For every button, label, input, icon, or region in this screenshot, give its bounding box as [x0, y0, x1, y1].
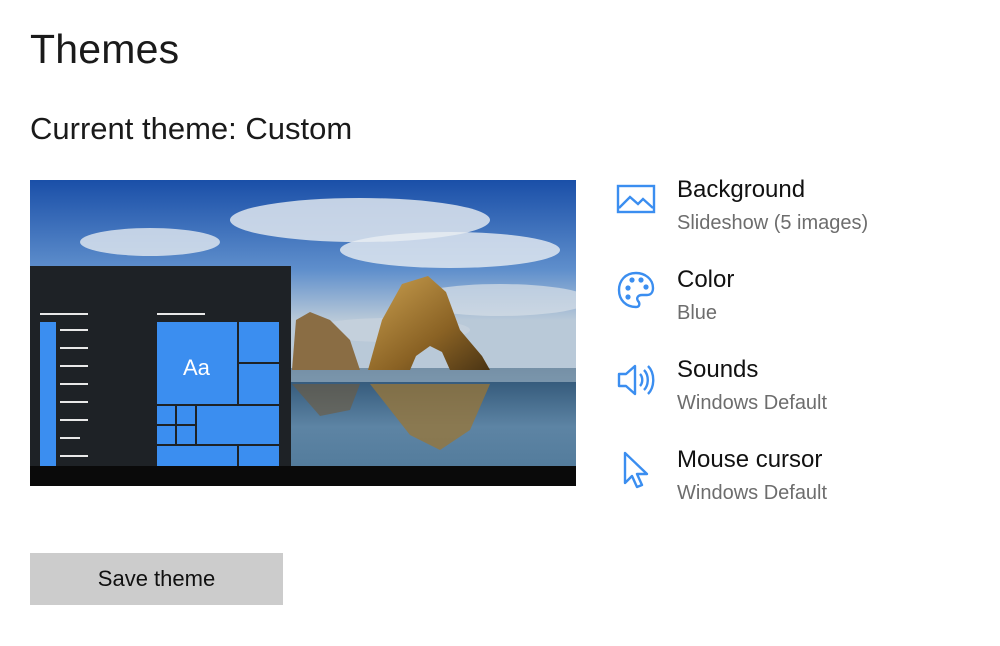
color-setting[interactable]: Color Blue	[610, 266, 970, 356]
background-value: Slideshow (5 images)	[677, 212, 869, 234]
speaker-icon	[617, 364, 655, 396]
current-theme-label: Current theme: Custom	[30, 111, 353, 146]
background-setting[interactable]: Background Slideshow (5 images)	[610, 176, 970, 266]
picture-icon	[616, 184, 656, 214]
sounds-value: Windows Default	[677, 392, 828, 414]
start-menu-preview: Aa	[30, 266, 291, 466]
sounds-setting[interactable]: Sounds Windows Default	[610, 356, 970, 446]
background-label: Background	[677, 176, 806, 203]
color-label: Color	[677, 266, 735, 293]
palette-icon	[617, 271, 655, 309]
theme-preview: Aa	[30, 180, 576, 486]
save-theme-button[interactable]: Save theme	[30, 553, 283, 605]
mouse-cursor-value: Windows Default	[677, 482, 828, 504]
taskbar-preview	[30, 466, 576, 486]
themes-page: Themes Current theme: Custom Aa Backgrou…	[0, 0, 1000, 646]
page-title: Themes	[30, 26, 180, 72]
color-value: Blue	[677, 302, 718, 324]
cursor-icon	[623, 451, 649, 489]
tile-sample-text: Aa	[183, 355, 210, 380]
sounds-label: Sounds	[677, 356, 759, 383]
mouse-cursor-setting[interactable]: Mouse cursor Windows Default	[610, 446, 970, 536]
mouse-cursor-label: Mouse cursor	[677, 446, 823, 473]
theme-settings-list: Background Slideshow (5 images) Color Bl…	[610, 176, 970, 536]
